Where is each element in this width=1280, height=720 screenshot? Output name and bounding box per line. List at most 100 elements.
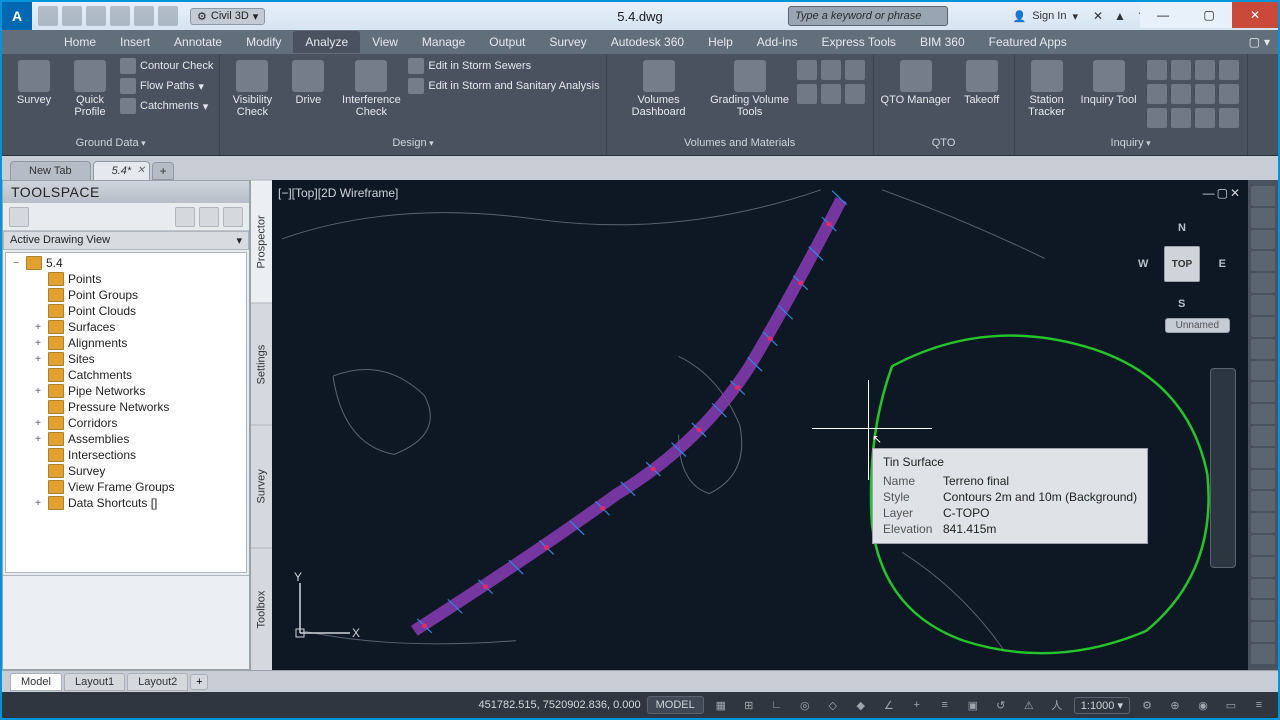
- ribbon-tab-autodesk-360[interactable]: Autodesk 360: [599, 31, 696, 53]
- qat-open-icon[interactable]: [62, 6, 82, 26]
- grading-volume-button[interactable]: Grading Volume Tools: [709, 56, 791, 118]
- inq-tool-icon[interactable]: [1147, 108, 1167, 128]
- inq-tool-icon[interactable]: [1147, 84, 1167, 104]
- expand-icon[interactable]: +: [32, 386, 44, 397]
- ribbon-tab-add-ins[interactable]: Add-ins: [745, 31, 810, 53]
- ortho-toggle-icon[interactable]: ∟: [766, 695, 788, 715]
- viewcube-south[interactable]: S: [1178, 298, 1185, 310]
- right-tool-icon[interactable]: [1251, 579, 1275, 599]
- ribbon-tab-modify[interactable]: Modify: [234, 31, 293, 53]
- clean-screen-icon[interactable]: ▭: [1220, 695, 1242, 715]
- right-tool-icon[interactable]: [1251, 317, 1275, 337]
- lineweight-toggle-icon[interactable]: ≡: [934, 695, 956, 715]
- expand-icon[interactable]: +: [32, 418, 44, 429]
- volumes-dashboard-button[interactable]: Volumes Dashboard: [613, 56, 705, 118]
- right-tool-icon[interactable]: [1251, 230, 1275, 250]
- inq-tool-icon[interactable]: [1219, 84, 1239, 104]
- vol-tool-icon[interactable]: [845, 84, 865, 104]
- tree-node-5-4[interactable]: −5.4: [6, 255, 246, 271]
- vol-tool-icon[interactable]: [797, 84, 817, 104]
- right-tool-icon[interactable]: [1251, 273, 1275, 293]
- vol-tool-icon[interactable]: [821, 60, 841, 80]
- tree-node-intersections[interactable]: Intersections: [6, 447, 246, 463]
- right-tool-icon[interactable]: [1251, 513, 1275, 533]
- inq-tool-icon[interactable]: [1147, 60, 1167, 80]
- viewcube-north[interactable]: N: [1178, 222, 1186, 234]
- right-tool-icon[interactable]: [1251, 295, 1275, 315]
- expand-icon[interactable]: +: [32, 498, 44, 509]
- right-tool-icon[interactable]: [1251, 557, 1275, 577]
- panel-title-ground[interactable]: Ground Data: [76, 137, 146, 149]
- annotation-scale-icon[interactable]: 人: [1046, 695, 1068, 715]
- dynamic-input-icon[interactable]: +: [906, 695, 928, 715]
- vol-tool-icon[interactable]: [797, 60, 817, 80]
- toolspace-tab-prospector[interactable]: Prospector: [251, 180, 272, 303]
- visibility-check-button[interactable]: Visibility Check: [226, 56, 278, 118]
- tree-node-survey[interactable]: Survey: [6, 463, 246, 479]
- viewport-minimize-icon[interactable]: —: [1203, 186, 1215, 200]
- inq-tool-icon[interactable]: [1219, 108, 1239, 128]
- toolspace-tab-survey[interactable]: Survey: [251, 425, 272, 548]
- vol-tool-icon[interactable]: [821, 84, 841, 104]
- right-tool-icon[interactable]: [1251, 470, 1275, 490]
- right-tool-icon[interactable]: [1251, 426, 1275, 446]
- right-tool-icon[interactable]: [1251, 361, 1275, 381]
- ribbon-tab-annotate[interactable]: Annotate: [162, 31, 234, 53]
- right-tool-icon[interactable]: [1251, 448, 1275, 468]
- tree-node-data-shortcuts-[interactable]: +Data Shortcuts []: [6, 495, 246, 511]
- expand-icon[interactable]: +: [32, 338, 44, 349]
- 3dosnap-toggle-icon[interactable]: ◆: [850, 695, 872, 715]
- tree-node-sites[interactable]: +Sites: [6, 351, 246, 367]
- prospector-tree[interactable]: −5.4PointsPoint GroupsPoint Clouds+Surfa…: [5, 252, 247, 573]
- quick-profile-button[interactable]: Quick Profile: [64, 56, 116, 118]
- right-tool-icon[interactable]: [1251, 622, 1275, 642]
- edit-storm-sewers-button[interactable]: Edit in Storm Sewers: [408, 56, 599, 76]
- tree-node-surfaces[interactable]: +Surfaces: [6, 319, 246, 335]
- layout-tab-layout2[interactable]: Layout2: [127, 673, 188, 691]
- grid-toggle-icon[interactable]: ▦: [710, 695, 732, 715]
- snap-toggle-icon[interactable]: ⊞: [738, 695, 760, 715]
- qat-save-icon[interactable]: [86, 6, 106, 26]
- tree-node-point-groups[interactable]: Point Groups: [6, 287, 246, 303]
- file-tab-start[interactable]: New Tab: [10, 161, 91, 180]
- ts-help-icon[interactable]: [223, 207, 243, 227]
- osnap-toggle-icon[interactable]: ◇: [822, 695, 844, 715]
- qto-manager-button[interactable]: QTO Manager: [880, 56, 952, 106]
- workspace-dropdown[interactable]: ⚙ Civil 3D ▾: [190, 8, 265, 25]
- ribbon-tab-survey[interactable]: Survey: [537, 31, 598, 53]
- ribbon-tab-featured-apps[interactable]: Featured Apps: [977, 31, 1079, 53]
- isolate-objects-icon[interactable]: ◉: [1192, 695, 1214, 715]
- viewport-label[interactable]: [−][Top][2D Wireframe]: [278, 186, 398, 200]
- interference-check-button[interactable]: Interference Check: [338, 56, 404, 118]
- tree-node-points[interactable]: Points: [6, 271, 246, 287]
- flow-paths-button[interactable]: Flow Paths ▾: [120, 76, 213, 96]
- viewport-close-icon[interactable]: ✕: [1230, 186, 1240, 200]
- ts-panorama-icon[interactable]: [199, 207, 219, 227]
- app-menu-button[interactable]: A: [2, 2, 32, 30]
- otrack-toggle-icon[interactable]: ∠: [878, 695, 900, 715]
- right-tool-icon[interactable]: [1251, 208, 1275, 228]
- hardware-accel-icon[interactable]: ⊕: [1164, 695, 1186, 715]
- inq-tool-icon[interactable]: [1171, 60, 1191, 80]
- viewcube-top-face[interactable]: TOP: [1164, 246, 1200, 282]
- layout-tab-layout1[interactable]: Layout1: [64, 673, 125, 691]
- annotation-scale-dropdown[interactable]: 1:1000 ▾: [1074, 697, 1130, 714]
- right-tool-icon[interactable]: [1251, 186, 1275, 206]
- toolspace-tab-settings[interactable]: Settings: [251, 303, 272, 426]
- ribbon-tab-help[interactable]: Help: [696, 31, 745, 53]
- maximize-button[interactable]: ▢: [1186, 2, 1232, 28]
- ribbon-tab-home[interactable]: Home: [52, 31, 108, 53]
- new-file-tab-button[interactable]: +: [152, 162, 174, 180]
- viewcube[interactable]: N S E W TOP: [1134, 216, 1230, 312]
- takeoff-button[interactable]: Takeoff: [956, 56, 1008, 106]
- viewport-maximize-icon[interactable]: ▢: [1217, 186, 1228, 200]
- add-layout-button[interactable]: +: [190, 674, 208, 690]
- qat-new-icon[interactable]: [38, 6, 58, 26]
- ribbon-tab-analyze[interactable]: Analyze: [293, 31, 360, 53]
- tree-node-view-frame-groups[interactable]: View Frame Groups: [6, 479, 246, 495]
- station-tracker-button[interactable]: Station Tracker: [1021, 56, 1073, 118]
- tree-node-pipe-networks[interactable]: +Pipe Networks: [6, 383, 246, 399]
- expand-icon[interactable]: +: [32, 354, 44, 365]
- tree-node-corridors[interactable]: +Corridors: [6, 415, 246, 431]
- inquiry-tool-button[interactable]: Inquiry Tool: [1077, 56, 1141, 106]
